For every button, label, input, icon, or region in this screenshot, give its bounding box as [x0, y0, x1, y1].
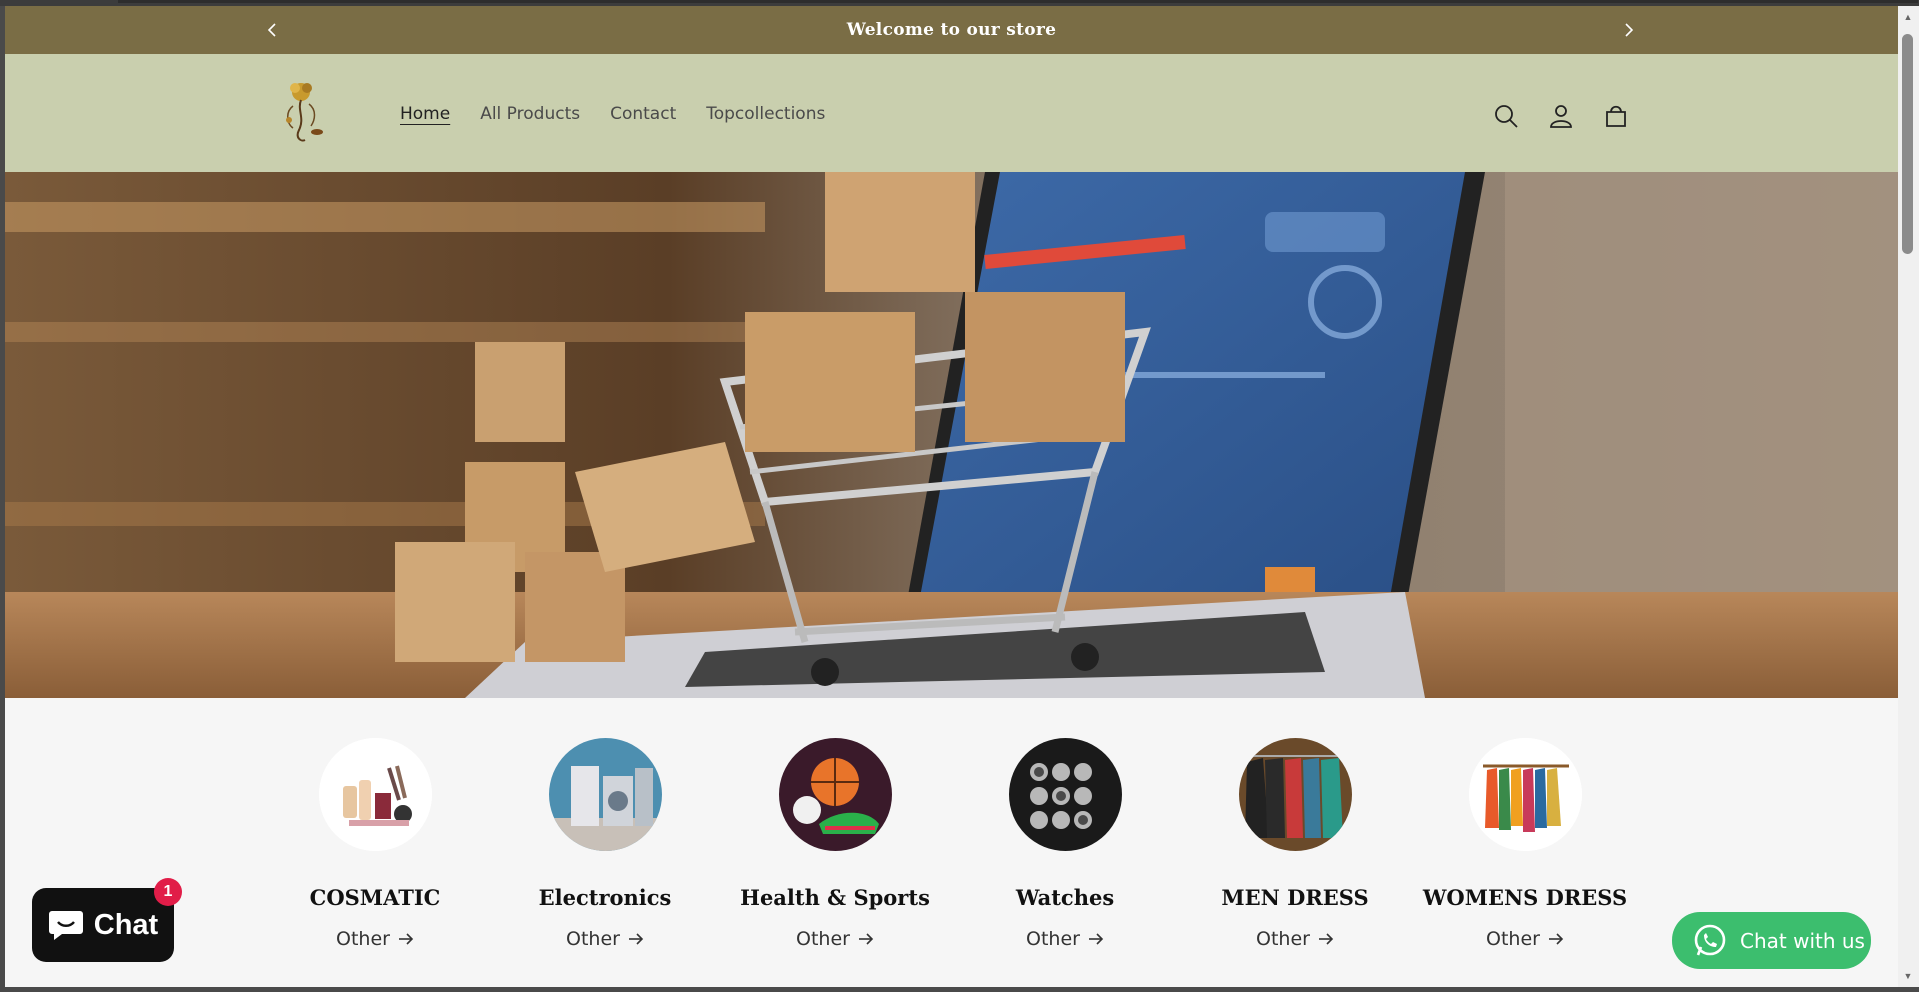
collection-title-electronics[interactable]: Electronics: [500, 885, 710, 910]
vertical-scrollbar[interactable]: ▲ ▼: [1898, 6, 1919, 987]
collection-card-womens-dress[interactable]: WOMENS DRESS Other: [1420, 738, 1630, 950]
collection-title-cosmatic[interactable]: COSMATIC: [270, 885, 480, 910]
announcement-bar: Welcome to our store: [5, 6, 1898, 54]
search-icon[interactable]: [1491, 101, 1521, 131]
site-header: Home All Products Contact Topcollections: [5, 54, 1898, 172]
collection-link-label: Other: [1486, 928, 1540, 950]
arrow-right-icon: [1318, 933, 1334, 945]
arrow-right-icon: [1088, 933, 1104, 945]
cart-icon[interactable]: [1601, 101, 1631, 131]
store-logo[interactable]: [271, 76, 333, 146]
scroll-down-icon[interactable]: ▼: [1903, 971, 1913, 981]
collection-link-watches[interactable]: Other: [1026, 928, 1104, 950]
collection-link-cosmatic[interactable]: Other: [336, 928, 414, 950]
shop-chat-label: Chat: [93, 908, 159, 941]
collection-image-electronics[interactable]: [548, 738, 662, 851]
collection-card-electronics[interactable]: Electronics Other: [500, 738, 710, 950]
collection-image-health-sports[interactable]: [778, 738, 892, 851]
whatsapp-chat-label: Chat with us: [1740, 928, 1865, 953]
announcement-message: Welcome to our store: [846, 20, 1057, 40]
collection-title-men-dress[interactable]: MEN DRESS: [1190, 885, 1400, 910]
nav-contact[interactable]: Contact: [610, 104, 676, 124]
collection-card-health-sports[interactable]: Health & Sports Other: [730, 738, 940, 950]
collection-title-health-sports[interactable]: Health & Sports: [730, 885, 940, 910]
collection-link-label: Other: [566, 928, 620, 950]
collection-link-label: Other: [1026, 928, 1080, 950]
collection-image-watches[interactable]: [1008, 738, 1122, 851]
collection-link-label: Other: [796, 928, 850, 950]
shop-chat-button[interactable]: Chat 1: [32, 878, 182, 962]
whatsapp-icon: [1694, 924, 1726, 955]
chat-bubble-icon: [48, 911, 83, 940]
hero-banner-image: [5, 172, 1898, 698]
collection-card-cosmatic[interactable]: COSMATIC Other: [270, 738, 480, 950]
account-icon[interactable]: [1546, 101, 1576, 131]
collections-section: COSMATIC Other Electronics Other Health …: [5, 698, 1898, 987]
collection-card-watches[interactable]: Watches Other: [960, 738, 1170, 950]
nav-topcollections[interactable]: Topcollections: [706, 104, 825, 124]
collection-link-men-dress[interactable]: Other: [1256, 928, 1334, 950]
chevron-right-icon[interactable]: [1617, 18, 1641, 42]
arrow-right-icon: [628, 933, 644, 945]
collection-link-label: Other: [336, 928, 390, 950]
arrow-right-icon: [1548, 933, 1564, 945]
collection-link-label: Other: [1256, 928, 1310, 950]
arrow-right-icon: [858, 933, 874, 945]
collection-image-men-dress[interactable]: [1238, 738, 1352, 851]
collection-image-womens-dress[interactable]: [1468, 738, 1582, 851]
collection-card-men-dress[interactable]: MEN DRESS Other: [1190, 738, 1400, 950]
nav-all-products[interactable]: All Products: [480, 104, 580, 124]
collection-image-cosmatic[interactable]: [318, 738, 432, 851]
page-viewport: Welcome to our store Home All Products C…: [5, 6, 1898, 987]
collection-link-health-sports[interactable]: Other: [796, 928, 874, 950]
collection-link-electronics[interactable]: Other: [566, 928, 644, 950]
collection-title-womens-dress[interactable]: WOMENS DRESS: [1420, 885, 1630, 910]
main-nav: Home All Products Contact Topcollections: [400, 104, 825, 124]
unread-badge: 1: [154, 878, 182, 906]
browser-frame: Welcome to our store Home All Products C…: [0, 0, 1919, 992]
whatsapp-chat-button[interactable]: Chat with us: [1672, 912, 1871, 969]
nav-home[interactable]: Home: [400, 104, 450, 124]
arrow-right-icon: [398, 933, 414, 945]
scrollbar-thumb[interactable]: [1902, 34, 1913, 254]
collection-link-womens-dress[interactable]: Other: [1486, 928, 1564, 950]
scroll-up-icon[interactable]: ▲: [1903, 12, 1913, 22]
collection-title-watches[interactable]: Watches: [960, 885, 1170, 910]
